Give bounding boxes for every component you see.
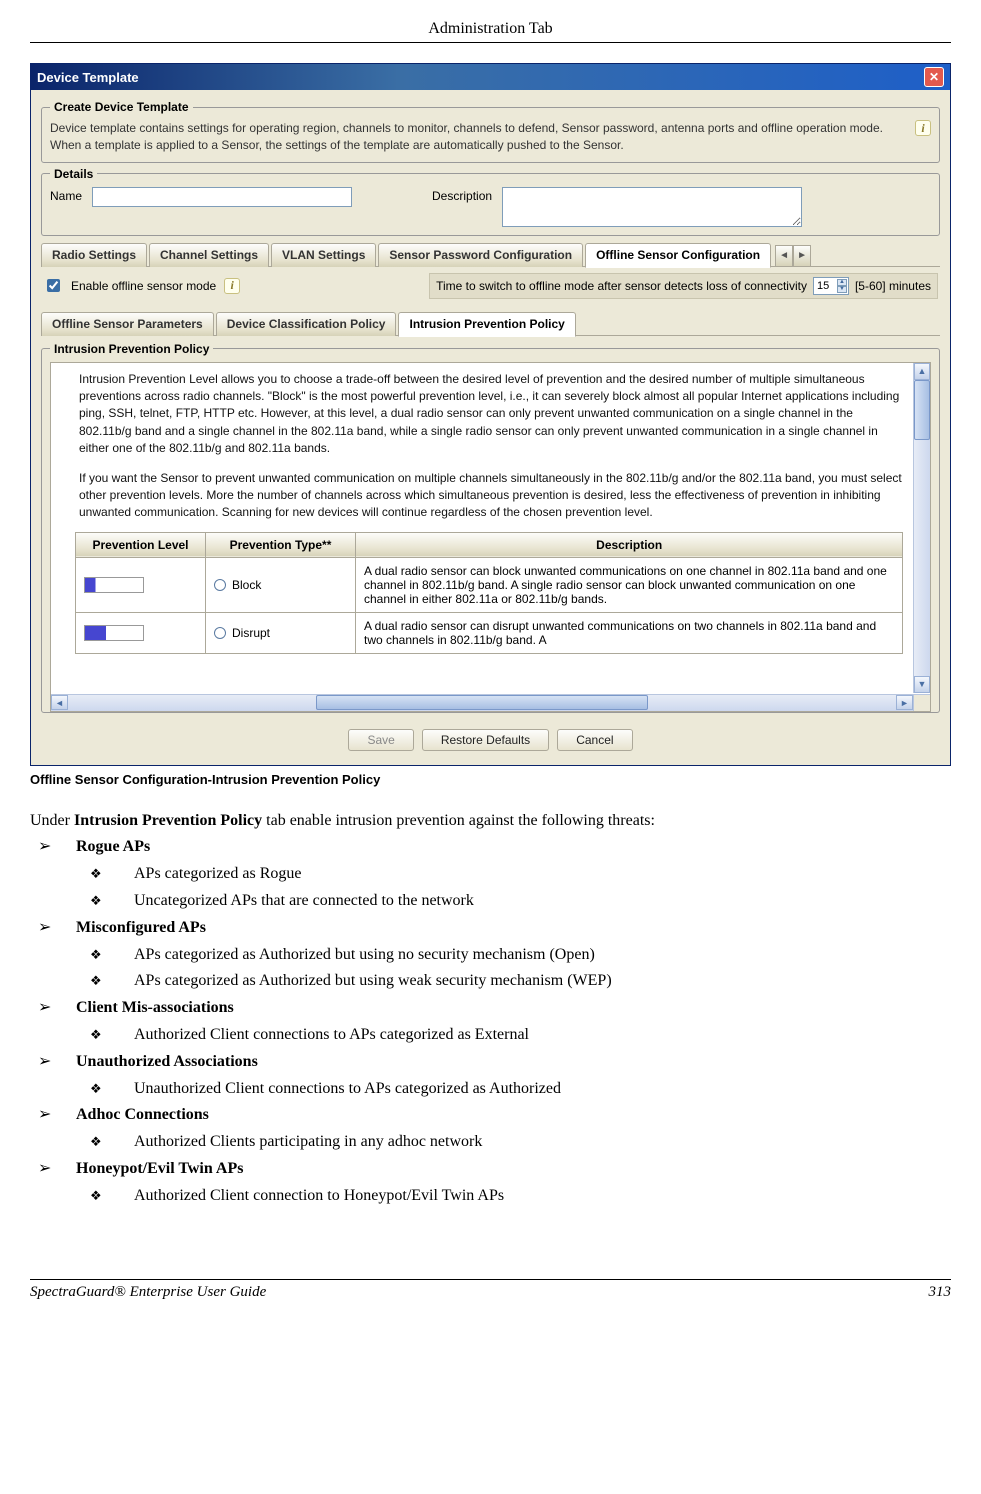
threat-list: Rogue APsAPs categorized as RogueUncateg… — [30, 835, 951, 1208]
spinner-down-icon[interactable]: ▼ — [837, 286, 847, 293]
details-legend: Details — [50, 167, 97, 181]
prevention-type-label: Disrupt — [232, 626, 270, 640]
policy-scroll-area: Intrusion Prevention Level allows you to… — [50, 362, 931, 712]
list-item: APs categorized as Rogue — [76, 862, 951, 887]
timeout-spinner[interactable]: 15 ▲ ▼ — [813, 277, 849, 295]
list-item-section: Misconfigured APsAPs categorized as Auth… — [30, 916, 951, 994]
list-item: Authorized Client connection to Honeypot… — [76, 1184, 951, 1209]
device-template-dialog: Device Template ✕ Create Device Template… — [30, 63, 951, 766]
list-item-section: Unauthorized AssociationsUnauthorized Cl… — [30, 1050, 951, 1102]
intrusion-prevention-legend: Intrusion Prevention Policy — [50, 342, 213, 356]
tab-sensor-password-configuration[interactable]: Sensor Password Configuration — [378, 243, 583, 267]
timeout-value: 15 — [817, 280, 829, 292]
tab-scroll-left-icon[interactable]: ◄ — [775, 245, 793, 267]
scroll-up-icon[interactable]: ▲ — [914, 363, 930, 380]
description-input[interactable] — [502, 187, 802, 227]
screenshot-caption: Offline Sensor Configuration-Intrusion P… — [30, 772, 951, 787]
footer-right-page-number: 313 — [929, 1284, 952, 1301]
scroll-thumb[interactable] — [914, 380, 930, 440]
list-item: Authorized Clients participating in any … — [76, 1130, 951, 1155]
prevention-type-label: Block — [232, 578, 261, 592]
policy-paragraph-2: If you want the Sensor to prevent unwant… — [77, 468, 909, 532]
list-item-section: Honeypot/Evil Twin APsAuthorized Client … — [30, 1157, 951, 1209]
details-fieldset: Details Name Description — [41, 167, 940, 236]
intro-bold: Intrusion Prevention Policy — [74, 812, 262, 829]
tab-offline-sensor-configuration[interactable]: Offline Sensor Configuration — [585, 243, 771, 268]
sub-tab-row: Offline Sensor Parameters Device Classif… — [41, 311, 940, 336]
col-description: Description — [356, 532, 903, 557]
list-item: Authorized Client connections to APs cat… — [76, 1023, 951, 1048]
scroll-left-icon[interactable]: ◄ — [51, 695, 68, 710]
prevention-level-bar — [84, 577, 144, 593]
list-item: Uncategorized APs that are connected to … — [76, 889, 951, 914]
tab-channel-settings[interactable]: Channel Settings — [149, 243, 269, 267]
name-label: Name — [50, 187, 82, 203]
col-prevention-type: Prevention Type** — [206, 532, 356, 557]
list-item-section: Adhoc ConnectionsAuthorized Clients part… — [30, 1103, 951, 1155]
create-template-legend: Create Device Template — [50, 100, 193, 114]
timeout-range: [5-60] minutes — [855, 279, 931, 293]
page-header-title: Administration Tab — [30, 20, 951, 43]
intro-text-pre: Under — [30, 812, 74, 829]
intro-text-post: tab enable intrusion prevention against … — [262, 812, 655, 829]
dialog-titlebar: Device Template ✕ — [31, 64, 950, 90]
prevention-description: A dual radio sensor can block unwanted c… — [356, 557, 903, 612]
save-button[interactable]: Save — [348, 729, 413, 751]
spinner-up-icon[interactable]: ▲ — [837, 279, 847, 286]
scroll-corner — [913, 694, 930, 711]
name-input[interactable] — [92, 187, 352, 207]
dialog-title: Device Template — [37, 70, 139, 85]
enable-offline-checkbox[interactable] — [47, 279, 60, 292]
table-row: Disrupt A dual radio sensor can disrupt … — [76, 612, 903, 653]
enable-offline-label: Enable offline sensor mode — [71, 279, 216, 293]
tab-radio-settings[interactable]: Radio Settings — [41, 243, 147, 267]
timeout-label: Time to switch to offline mode after sen… — [436, 279, 807, 293]
list-item-section: Client Mis-associationsAuthorized Client… — [30, 996, 951, 1048]
info-icon[interactable]: i — [915, 120, 931, 136]
scroll-right-icon[interactable]: ► — [896, 695, 913, 710]
tab-intrusion-prevention-policy[interactable]: Intrusion Prevention Policy — [398, 312, 575, 337]
description-label: Description — [432, 187, 492, 203]
radio-disrupt[interactable] — [214, 627, 226, 639]
intrusion-prevention-fieldset: Intrusion Prevention Policy Intrusion Pr… — [41, 342, 940, 713]
list-item: APs categorized as Authorized but using … — [76, 969, 951, 994]
tab-offline-sensor-parameters[interactable]: Offline Sensor Parameters — [41, 312, 214, 336]
prevention-table: Prevention Level Prevention Type** Descr… — [75, 532, 903, 654]
footer-left: SpectraGuard® Enterprise User Guide — [30, 1284, 266, 1301]
restore-defaults-button[interactable]: Restore Defaults — [422, 729, 549, 751]
horizontal-scrollbar[interactable]: ◄ ► — [51, 694, 913, 711]
create-template-description: Device template contains settings for op… — [50, 120, 931, 154]
main-tab-row: Radio Settings Channel Settings VLAN Set… — [41, 242, 940, 267]
list-item: APs categorized as Authorized but using … — [76, 943, 951, 968]
tab-vlan-settings[interactable]: VLAN Settings — [271, 243, 376, 267]
document-body: Under Intrusion Prevention Policy tab en… — [30, 809, 951, 1209]
tab-device-classification-policy[interactable]: Device Classification Policy — [216, 312, 397, 336]
prevention-level-bar — [84, 625, 144, 641]
info-icon[interactable]: i — [224, 278, 240, 294]
tab-scroll-right-icon[interactable]: ► — [793, 245, 811, 267]
scroll-thumb[interactable] — [316, 695, 647, 710]
create-template-fieldset: Create Device Template i Device template… — [41, 100, 940, 163]
policy-paragraph-1: Intrusion Prevention Level allows you to… — [77, 369, 909, 468]
prevention-description: A dual radio sensor can disrupt unwanted… — [356, 612, 903, 653]
list-item: Unauthorized Client connections to APs c… — [76, 1077, 951, 1102]
cancel-button[interactable]: Cancel — [557, 729, 632, 751]
close-icon[interactable]: ✕ — [924, 67, 944, 87]
radio-block[interactable] — [214, 579, 226, 591]
vertical-scrollbar[interactable]: ▲ ▼ — [913, 363, 930, 693]
scroll-down-icon[interactable]: ▼ — [914, 676, 930, 693]
col-prevention-level: Prevention Level — [76, 532, 206, 557]
table-row: Block A dual radio sensor can block unwa… — [76, 557, 903, 612]
list-item-section: Rogue APsAPs categorized as RogueUncateg… — [30, 835, 951, 913]
